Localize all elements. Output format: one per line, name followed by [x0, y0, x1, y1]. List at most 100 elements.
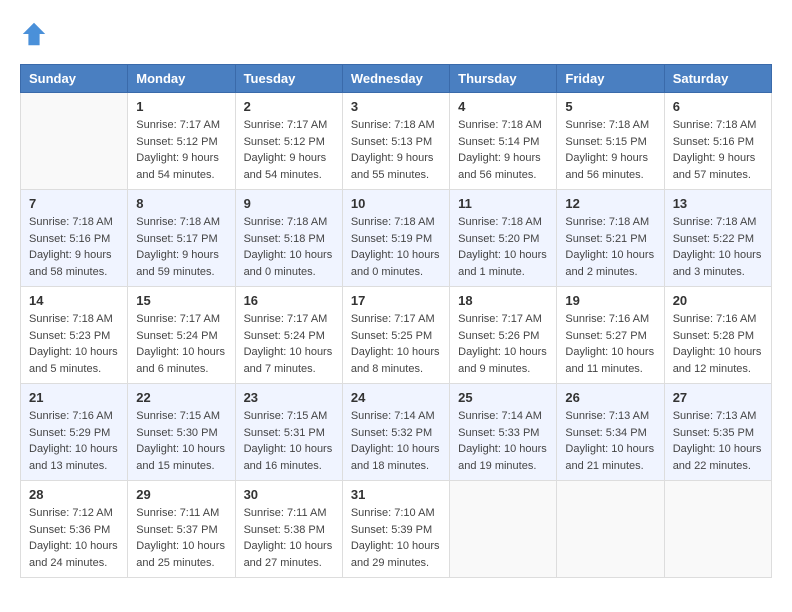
day-info: Sunrise: 7:10 AMSunset: 5:39 PMDaylight:…: [351, 505, 441, 571]
sunrise-label: Sunrise: 7:11 AM: [136, 507, 219, 519]
day-info: Sunrise: 7:16 AMSunset: 5:29 PMDaylight:…: [29, 408, 119, 474]
sunset-label: Sunset: 5:12 PM: [244, 136, 325, 148]
day-info: Sunrise: 7:18 AMSunset: 5:21 PMDaylight:…: [565, 214, 655, 280]
sunset-label: Sunset: 5:24 PM: [244, 330, 325, 342]
logo-icon: [20, 20, 48, 48]
daylight-label: Daylight: 10 hours and 5 minutes.: [29, 346, 118, 375]
sunrise-label: Sunrise: 7:17 AM: [351, 313, 435, 325]
daylight-label: Daylight: 10 hours and 15 minutes.: [136, 443, 225, 472]
sunset-label: Sunset: 5:27 PM: [565, 330, 646, 342]
sunrise-label: Sunrise: 7:17 AM: [136, 313, 220, 325]
sunset-label: Sunset: 5:23 PM: [29, 330, 110, 342]
daylight-label: Daylight: 10 hours and 27 minutes.: [244, 540, 333, 569]
day-number: 6: [673, 99, 763, 114]
sunrise-label: Sunrise: 7:17 AM: [458, 313, 542, 325]
sunrise-label: Sunrise: 7:16 AM: [673, 313, 757, 325]
day-info: Sunrise: 7:16 AMSunset: 5:27 PMDaylight:…: [565, 311, 655, 377]
daylight-label: Daylight: 10 hours and 9 minutes.: [458, 346, 547, 375]
sunset-label: Sunset: 5:34 PM: [565, 427, 646, 439]
daylight-label: Daylight: 9 hours and 55 minutes.: [351, 152, 434, 181]
daylight-label: Daylight: 10 hours and 8 minutes.: [351, 346, 440, 375]
day-number: 13: [673, 196, 763, 211]
sunrise-label: Sunrise: 7:18 AM: [673, 119, 757, 131]
day-info: Sunrise: 7:17 AMSunset: 5:24 PMDaylight:…: [136, 311, 226, 377]
sunrise-label: Sunrise: 7:17 AM: [244, 313, 328, 325]
day-info: Sunrise: 7:13 AM Sunset: 5:34 PM Daylight:…: [565, 408, 655, 474]
calendar-day-23: 23Sunrise: 7:15 AMSunset: 5:31 PMDayligh…: [235, 384, 342, 481]
day-info: Sunrise: 7:17 AMSunset: 5:12 PMDaylight:…: [244, 117, 334, 183]
daylight-label: Daylight: 10 hours and 0 minutes.: [244, 249, 333, 278]
day-info: Sunrise: 7:17 AMSunset: 5:12 PMDaylight:…: [136, 117, 226, 183]
calendar-day-11: 11 Sunrise: 7:18 AMSunset: 5:20 PMDayligh…: [450, 190, 557, 287]
sunrise-label: Sunrise: 7:18 AM: [29, 313, 113, 325]
daylight-label: Daylight: 9 hours and 59 minutes.: [136, 249, 219, 278]
sunset-label: Sunset: 5:37 PM: [136, 524, 217, 536]
empty-cell: [557, 481, 664, 578]
calendar-day-12: 12Sunrise: 7:18 AMSunset: 5:21 PMDayligh…: [557, 190, 664, 287]
calendar-day-28: 28Sunrise: 7:12 AMSunset: 5:36 PMDayligh…: [21, 481, 128, 578]
sunset-label: Sunset: 5:20 PM: [458, 233, 539, 245]
daylight-label: Daylight: 9 hours and 57 minutes.: [673, 152, 756, 181]
day-number: 11: [458, 196, 548, 211]
day-info: Sunrise: 7:18 AM Sunset: 5:23 PM Daylight:…: [29, 311, 119, 377]
day-info: Sunrise: 7:11 AMSunset: 5:37 PMDaylight:…: [136, 505, 226, 571]
daylight-label: Daylight: 10 hours and 0 minutes.: [351, 249, 440, 278]
sunset-label: Sunset: 5:35 PM: [673, 427, 754, 439]
weekday-header-thursday: Thursday: [450, 65, 557, 93]
sunset-label: Sunset: 5:16 PM: [673, 136, 754, 148]
weekday-header-wednesday: Wednesday: [342, 65, 449, 93]
day-info: Sunrise: 7:14 AMSunset: 5:33 PMDaylight:…: [458, 408, 548, 474]
day-info: Sunrise: 7:18 AMSunset: 5:20 PMDaylight:…: [458, 214, 548, 280]
daylight-label: Daylight: 10 hours and 12 minutes.: [673, 346, 762, 375]
empty-cell: [664, 481, 771, 578]
sunrise-label: Sunrise: 7:10 AM: [351, 507, 435, 519]
day-info: Sunrise: 7:17 AMSunset: 5:25 PMDaylight:…: [351, 311, 441, 377]
daylight-label: Daylight: 10 hours and 2 minutes.: [565, 249, 654, 278]
day-number: 18: [458, 293, 548, 308]
day-number: 20: [673, 293, 763, 308]
calendar-day-10: 10Sunrise: 7:18 AMSunset: 5:19 PMDayligh…: [342, 190, 449, 287]
day-number: 10: [351, 196, 441, 211]
daylight-label: Daylight: 10 hours and 3 minutes.: [673, 249, 762, 278]
weekday-header-saturday: Saturday: [664, 65, 771, 93]
calendar-day-8: 8Sunrise: 7:18 AMSunset: 5:17 PMDaylight…: [128, 190, 235, 287]
daylight-label: Daylight: 10 hours and 22 minutes.: [673, 443, 762, 472]
calendar-day-20: 20Sunrise: 7:16 AMSunset: 5:28 PMDayligh…: [664, 287, 771, 384]
daylight-label: Daylight: 9 hours and 58 minutes.: [29, 249, 112, 278]
day-info: Sunrise: 7:18 AMSunset: 5:13 PMDaylight:…: [351, 117, 441, 183]
sunrise-label: Sunrise: 7:14 AM: [458, 410, 542, 422]
calendar-day-22: 22 Sunrise: 7:15 AMSunset: 5:30 PMDayligh…: [128, 384, 235, 481]
day-info: Sunrise: 7:17 AMSunset: 5:26 PMDaylight:…: [458, 311, 548, 377]
daylight-label: Daylight: 10 hours and 7 minutes.: [244, 346, 333, 375]
day-info: Sunrise: 7:17 AM Sunset: 5:24 PM Daylight:…: [244, 311, 334, 377]
day-info: Sunrise: 7:15 AMSunset: 5:30 PMDaylight:…: [136, 408, 226, 474]
day-number: 9: [244, 196, 334, 211]
sunset-label: Sunset: 5:12 PM: [136, 136, 217, 148]
sunset-label: Sunset: 5:33 PM: [458, 427, 539, 439]
calendar-day-29: 29Sunrise: 7:11 AMSunset: 5:37 PMDayligh…: [128, 481, 235, 578]
day-number: 22: [136, 390, 226, 405]
day-number: 31: [351, 487, 441, 502]
day-number: 16: [244, 293, 334, 308]
day-info: Sunrise: 7:15 AMSunset: 5:31 PMDaylight:…: [244, 408, 334, 474]
sunrise-label: Sunrise: 7:12 AM: [29, 507, 113, 519]
sunrise-label: Sunrise: 7:13 AM: [565, 410, 649, 422]
day-number: 15: [136, 293, 226, 308]
logo: [20, 20, 52, 48]
sunset-label: Sunset: 5:31 PM: [244, 427, 325, 439]
day-number: 21: [29, 390, 119, 405]
calendar-day-5: 5Sunrise: 7:18 AMSunset: 5:15 PMDaylight…: [557, 93, 664, 190]
weekday-header-tuesday: Tuesday: [235, 65, 342, 93]
day-info: Sunrise: 7:18 AMSunset: 5:22 PMDaylight:…: [673, 214, 763, 280]
day-number: 26: [565, 390, 655, 405]
sunrise-label: Sunrise: 7:11 AM: [244, 507, 327, 519]
day-info: Sunrise: 7:18 AMSunset: 5:15 PMDaylight:…: [565, 117, 655, 183]
day-number: 25: [458, 390, 548, 405]
daylight-label: Daylight: 9 hours and 54 minutes.: [136, 152, 219, 181]
weekday-header-sunday: Sunday: [21, 65, 128, 93]
day-number: 4: [458, 99, 548, 114]
sunrise-label: Sunrise: 7:15 AM: [136, 410, 220, 422]
calendar-day-17: 17Sunrise: 7:17 AMSunset: 5:25 PMDayligh…: [342, 287, 449, 384]
calendar-day-14: 14Sunrise: 7:18 AMSunset: 5:23 PMDayligh…: [21, 287, 128, 384]
daylight-label: Daylight: 10 hours and 21 minutes.: [565, 443, 654, 472]
